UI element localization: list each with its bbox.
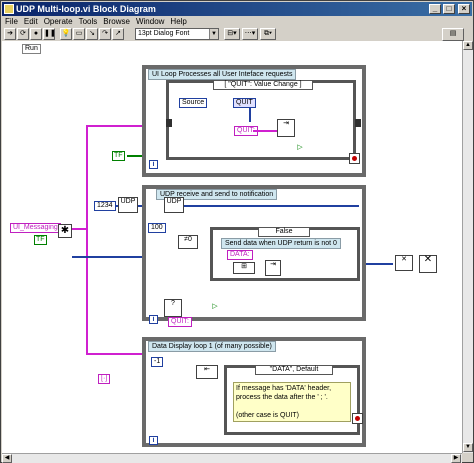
- queue-wire-display: [86, 353, 142, 355]
- maximize-button[interactable]: □: [443, 4, 455, 14]
- queue-wire-trunk: [86, 125, 88, 355]
- udp-read-icon: UDP: [164, 197, 184, 213]
- labview-app-icon: [4, 4, 14, 14]
- queue-status-icon: ?: [164, 299, 182, 317]
- retain-wire-values-icon[interactable]: ▭: [73, 28, 85, 40]
- block-diagram-window: UDP Multi-loop.vi Block Diagram _ □ × Fi…: [0, 0, 474, 463]
- queue-bool-constant: TF: [34, 235, 47, 245]
- timeout-neg-one-constant: -1: [151, 357, 164, 367]
- udp-conn-wire: [184, 205, 359, 207]
- abort-icon[interactable]: ●: [30, 28, 42, 40]
- distribute-objects-icon[interactable]: ⋯▾: [242, 28, 258, 40]
- scroll-up-icon[interactable]: ▲: [463, 41, 473, 50]
- event-source-node: Source: [179, 98, 208, 108]
- concatenate-strings-icon: ⊞: [233, 262, 255, 274]
- menu-operate[interactable]: Operate: [41, 16, 76, 28]
- step-out-icon[interactable]: ↗: [112, 28, 124, 40]
- or-gate-icon: ▷: [212, 303, 218, 310]
- pause-icon[interactable]: ❚❚: [43, 28, 56, 40]
- enqueue-data-icon: ⇥: [265, 260, 281, 276]
- font-selector[interactable]: 13pt Dialog Font ▼: [135, 28, 219, 40]
- ui-event-selector[interactable]: [ "QUIT": Value Change ]: [213, 80, 313, 90]
- menu-edit[interactable]: Edit: [21, 16, 41, 28]
- ui-shift-register-left: [166, 119, 172, 127]
- udp-port-constant: 1234: [94, 201, 116, 211]
- run-continuously-icon[interactable]: ⟳: [17, 28, 29, 40]
- quit-string-constant: QUIT: [233, 98, 256, 108]
- vertical-scrollbar[interactable]: ▲ ▼: [462, 41, 473, 453]
- udp-case-note: Send data when UDP return is not 0: [221, 238, 341, 249]
- udp-close-icon: ✕: [395, 255, 413, 271]
- scroll-down-icon[interactable]: ▼: [463, 443, 473, 452]
- ui-event-structure[interactable]: [ "QUIT": Value Change ] Source QUIT QUI…: [166, 80, 361, 160]
- enqueue-element-icon: ⇥: [277, 119, 295, 137]
- queue-ref-wire: [72, 256, 142, 258]
- quit-const-wire: [249, 108, 251, 122]
- ui-loop-stop-icon[interactable]: [349, 153, 360, 164]
- menu-window[interactable]: Window: [133, 16, 167, 28]
- queue-wire-ui: [86, 125, 142, 127]
- compare-icon: ≠0: [178, 235, 198, 249]
- menu-browse[interactable]: Browse: [100, 16, 133, 28]
- dequeue-element-icon: ⇤: [196, 365, 218, 379]
- queue-name-constant: UI_Messaging: [10, 223, 61, 233]
- ui-loop-label: UI Loop Processes all User Inteface requ…: [148, 69, 297, 80]
- ui-iteration-terminal: i: [149, 160, 158, 169]
- bool-wire-ui: [127, 155, 142, 157]
- window-title: UDP Multi-loop.vi Block Diagram: [16, 4, 156, 14]
- close-button[interactable]: ×: [458, 4, 470, 14]
- true-output-icon: ▷: [297, 144, 303, 151]
- menu-file[interactable]: File: [2, 16, 21, 28]
- title-bar: UDP Multi-loop.vi Block Diagram _ □ ×: [2, 2, 472, 16]
- data-header-constant: DATA:: [227, 250, 253, 260]
- display-loop-stop-icon[interactable]: [352, 413, 363, 424]
- display-loop-label: Data Display loop 1 (of many possible): [148, 341, 276, 352]
- menu-bar: File Edit Operate Tools Browse Window Help: [2, 16, 472, 28]
- obtain-queue-icon: ✱: [58, 224, 72, 238]
- font-selector-value: 13pt Dialog Font: [138, 30, 190, 37]
- display-case-selector[interactable]: "DATA", Default: [255, 365, 333, 375]
- vi-icon: ▤: [442, 28, 464, 41]
- ui-shift-register-right: [355, 119, 361, 127]
- udp-case-structure[interactable]: False Send data when UDP return is not 0…: [210, 227, 360, 281]
- ui-bool-constant: TF: [112, 151, 125, 161]
- udp-while-loop[interactable]: UDP receive and send to notification UDP…: [118, 185, 366, 327]
- scroll-left-icon[interactable]: ◀: [2, 454, 12, 463]
- display-iteration-terminal: i: [149, 436, 158, 445]
- scroll-right-icon[interactable]: ▶: [451, 454, 461, 463]
- step-into-icon[interactable]: ↘: [86, 28, 98, 40]
- release-queue-icon: ✕: [419, 255, 437, 273]
- highlight-execution-icon[interactable]: 💡: [60, 28, 72, 40]
- menu-tools[interactable]: Tools: [76, 16, 101, 28]
- display-case-structure[interactable]: "DATA", Default If message has 'DATA' he…: [224, 365, 360, 435]
- diagram-canvas[interactable]: Run UI_Messaging TF ✱ TF 1234 UI Loop Pr…: [2, 41, 462, 453]
- string-constant: [·]: [98, 374, 111, 384]
- display-while-loop[interactable]: Data Display loop 1 (of many possible) -…: [142, 337, 366, 447]
- toolbar: ➔ ⟳ ● ❚❚ 💡 ▭ ↘ ↷ ↗ 13pt Dialog Font ▼ ⊟▾…: [2, 28, 472, 41]
- align-objects-icon[interactable]: ⊟▾: [224, 28, 240, 40]
- menu-help[interactable]: Help: [167, 16, 189, 28]
- udp-timeout-constant: 100: [148, 223, 166, 233]
- display-case-note: If message has 'DATA' header, process th…: [233, 382, 351, 422]
- udp-quit-enqueue-constant: QUIT:: [168, 317, 192, 327]
- chevron-down-icon: ▼: [209, 29, 218, 39]
- udp-open-icon: UDP: [118, 197, 138, 213]
- horizontal-scrollbar[interactable]: ◀ ▶: [2, 453, 462, 463]
- udp-iteration-terminal: i: [149, 315, 158, 324]
- run-label: Run: [22, 44, 41, 54]
- run-arrow-icon[interactable]: ➔: [4, 28, 16, 40]
- reorder-objects-icon[interactable]: ⧉▾: [260, 28, 276, 40]
- ui-while-loop[interactable]: UI Loop Processes all User Inteface requ…: [142, 65, 366, 177]
- udp-case-selector[interactable]: False: [258, 227, 310, 237]
- step-over-icon[interactable]: ↷: [99, 28, 111, 40]
- udp-close-wire: [363, 263, 393, 265]
- minimize-button[interactable]: _: [429, 4, 441, 14]
- quit-enqueue-wire: [253, 130, 277, 132]
